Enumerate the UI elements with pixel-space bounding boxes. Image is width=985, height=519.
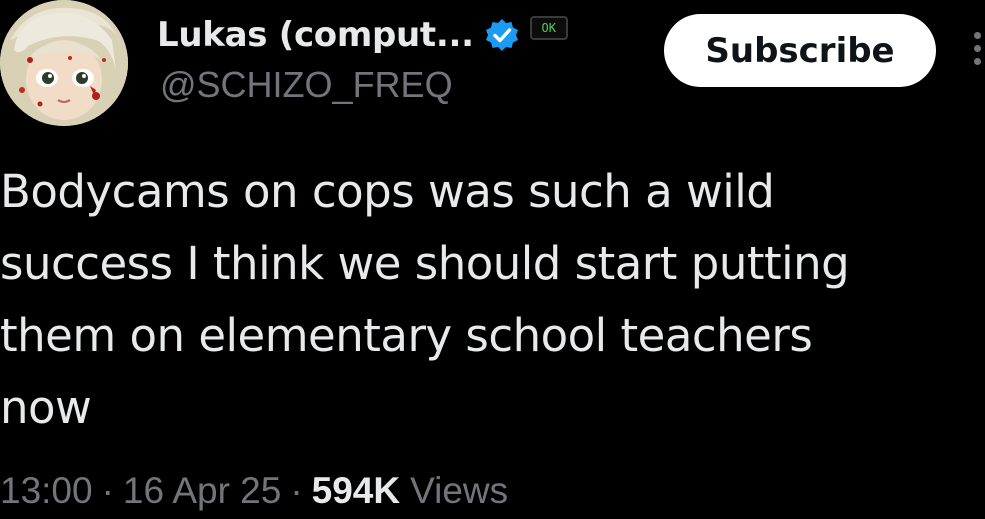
tweet-time[interactable]: 13:00 [0,470,93,512]
avatar[interactable] [0,0,128,126]
ok-badge-icon[interactable]: OK [529,16,568,40]
more-vertical-icon[interactable] [966,32,985,72]
verified-check-icon[interactable] [484,17,520,53]
author-name-row: Lukas (comput... OK [157,12,568,58]
tweet-header: Lukas (comput... OK @SCHIZO_FREQ Subscri… [0,0,985,130]
subscribe-button[interactable]: Subscribe [664,14,936,87]
author-handle[interactable]: @SCHIZO_FREQ [160,64,453,106]
tweet-text-line: them on elementary school teachers [0,309,813,362]
views-label: Views [410,470,509,511]
anime-avatar-image [0,0,128,126]
tweet-text-line: now [0,381,92,434]
tweet-text-line: Bodycams on cops was such a wild [0,165,775,218]
tweet-metadata: 13:00 · 16 Apr 25 · 594K Views [0,466,508,516]
views-count[interactable]: 594K [312,470,400,512]
tweet-text: Bodycams on cops was such a wild success… [0,156,980,444]
meta-separator: · [290,470,303,511]
author-display-name[interactable]: Lukas (comput... [157,15,474,55]
tweet-text-line: success I think we should start putting [0,237,850,290]
meta-separator: · [101,470,114,511]
tweet-date[interactable]: 16 Apr 25 [123,470,281,512]
